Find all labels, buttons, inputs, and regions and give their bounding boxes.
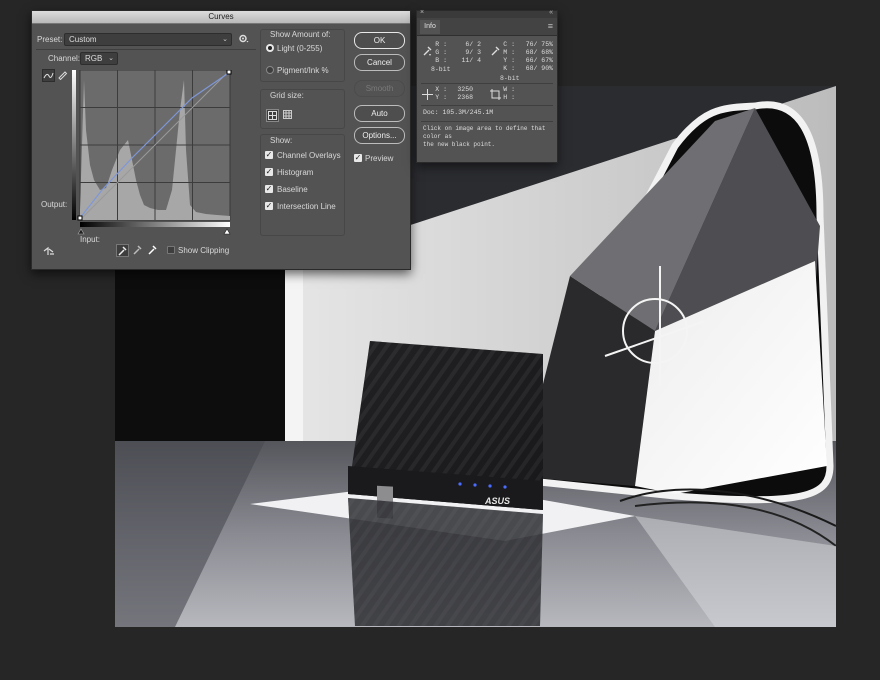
pencil-tool-icon[interactable]: [57, 69, 68, 81]
channel-overlays-label: Channel Overlays: [277, 151, 341, 160]
gray-eyedropper-icon[interactable]: [132, 244, 143, 255]
white-input-slider: [223, 228, 231, 235]
black-input-slider: [77, 228, 85, 235]
curve-graph[interactable]: [72, 69, 232, 242]
show-title: Show:: [270, 136, 293, 145]
smooth-button[interactable]: Smooth: [354, 80, 405, 97]
rgb-eyedropper-icon[interactable]: ▾: [422, 45, 433, 57]
curves-dialog: Curves Preset: Custom ⌄ Channel: RGB ⌄ O…: [31, 10, 411, 270]
show-clipping-label: Show Clipping: [178, 246, 230, 255]
preset-value: Custom: [69, 35, 97, 44]
w-label: W :: [503, 86, 515, 93]
ok-button[interactable]: OK: [354, 32, 405, 49]
auto-button[interactable]: Auto: [354, 105, 405, 122]
baseline-label: Baseline: [277, 185, 308, 194]
intersection-line-checkbox[interactable]: ✓: [265, 202, 273, 210]
preset-label: Preset:: [37, 35, 63, 44]
crosshair-icon: [422, 89, 433, 102]
svg-text:▾: ▾: [429, 52, 431, 56]
x-value: 3250: [457, 86, 473, 93]
panel-drag-bar[interactable]: × «: [417, 9, 557, 18]
show-amount-title: Show Amount of:: [270, 30, 331, 39]
intersection-line-label: Intersection Line: [277, 202, 336, 211]
info-panel: × « Info ≡ ▾ R : G : B : 6/ 2 9/ 3 11/ 4…: [416, 9, 558, 163]
cancel-button[interactable]: Cancel: [354, 54, 405, 71]
rgb-bit-depth: 8-bit: [431, 66, 451, 73]
input-label: Input:: [80, 235, 101, 244]
cmyk-value-c: 76/ 75%: [525, 41, 553, 48]
cmyk-eyedropper-icon[interactable]: [490, 45, 501, 56]
hint-text: Click on image area to define that color…: [423, 125, 557, 149]
rgb-label-g: G :: [435, 49, 447, 56]
close-icon[interactable]: ×: [420, 9, 424, 16]
histogram-label: Histogram: [277, 168, 314, 177]
grid-simple-icon[interactable]: [266, 109, 279, 122]
router-brand: ASUS: [484, 496, 510, 506]
rgb-label-r: R :: [435, 41, 447, 48]
on-image-adjust-hand-icon[interactable]: [42, 245, 54, 256]
preview-checkbox[interactable]: ✓: [354, 154, 362, 162]
chevron-down-icon: ⌄: [222, 36, 228, 43]
curves-title[interactable]: Curves: [32, 11, 410, 24]
black-point-handle: [77, 215, 83, 221]
y-value: 2368: [457, 94, 473, 101]
channel-select[interactable]: RGB ⌄: [80, 52, 118, 65]
rgb-label-b: B :: [435, 57, 447, 64]
h-label: H :: [503, 94, 515, 101]
channel-label: Channel:: [48, 54, 81, 63]
panel-menu-icon[interactable]: ≡: [548, 21, 553, 31]
cmyk-label-k: K :: [503, 65, 515, 72]
show-clipping-checkbox[interactable]: [167, 246, 175, 254]
y-label: Y :: [435, 94, 447, 101]
collapse-icon[interactable]: «: [549, 9, 553, 16]
tab-info[interactable]: Info: [420, 20, 440, 34]
hint-line-1: Click on image area to define that color…: [423, 125, 546, 140]
rgb-value-g: 9/ 3: [465, 49, 481, 56]
cmyk-value-m: 68/ 68%: [525, 49, 553, 56]
preview-label: Preview: [365, 154, 394, 163]
selection-size-icon: [490, 89, 501, 102]
channel-value: RGB: [85, 54, 103, 63]
pigment-label: Pigment/Ink %: [277, 66, 329, 75]
chevron-down-icon: ⌄: [108, 55, 114, 62]
x-label: X :: [435, 86, 447, 93]
cmyk-label-m: M :: [503, 49, 515, 56]
white-point-handle: [226, 69, 232, 75]
cmyk-label-c: C :: [503, 41, 515, 48]
preset-options-gear-icon[interactable]: [238, 33, 249, 44]
hint-line-2: the new black point.: [423, 141, 496, 148]
light-label: Light (0-255): [277, 44, 323, 53]
cmyk-value-k: 68/ 90%: [525, 65, 553, 72]
input-gradient-bar: [80, 222, 230, 227]
cmyk-bit-depth: 8-bit: [500, 75, 520, 82]
cmyk-label-y: Y :: [503, 57, 515, 64]
baseline-checkbox[interactable]: ✓: [265, 185, 273, 193]
grid-detailed-icon[interactable]: [282, 109, 293, 120]
options-button[interactable]: Options...: [354, 127, 405, 144]
pigment-radio[interactable]: [266, 66, 274, 74]
output-gradient-bar: [72, 70, 76, 220]
histogram-checkbox[interactable]: ✓: [265, 168, 273, 176]
grid-size-label: Grid size:: [270, 91, 304, 100]
curve-points-tool-icon[interactable]: [42, 69, 55, 82]
channel-overlays-checkbox[interactable]: ✓: [265, 151, 273, 159]
doc-size: Doc: 105.3M/245.1M: [423, 109, 494, 116]
output-label: Output:: [41, 200, 68, 209]
preset-select[interactable]: Custom ⌄: [64, 33, 232, 46]
rgb-value-b: 11/ 4: [461, 57, 481, 64]
black-eyedropper-icon[interactable]: [116, 244, 129, 257]
light-radio[interactable]: [266, 44, 274, 52]
cmyk-value-y: 66/ 67%: [525, 57, 553, 64]
white-eyedropper-icon[interactable]: [147, 244, 158, 255]
rgb-value-r: 6/ 2: [465, 41, 481, 48]
